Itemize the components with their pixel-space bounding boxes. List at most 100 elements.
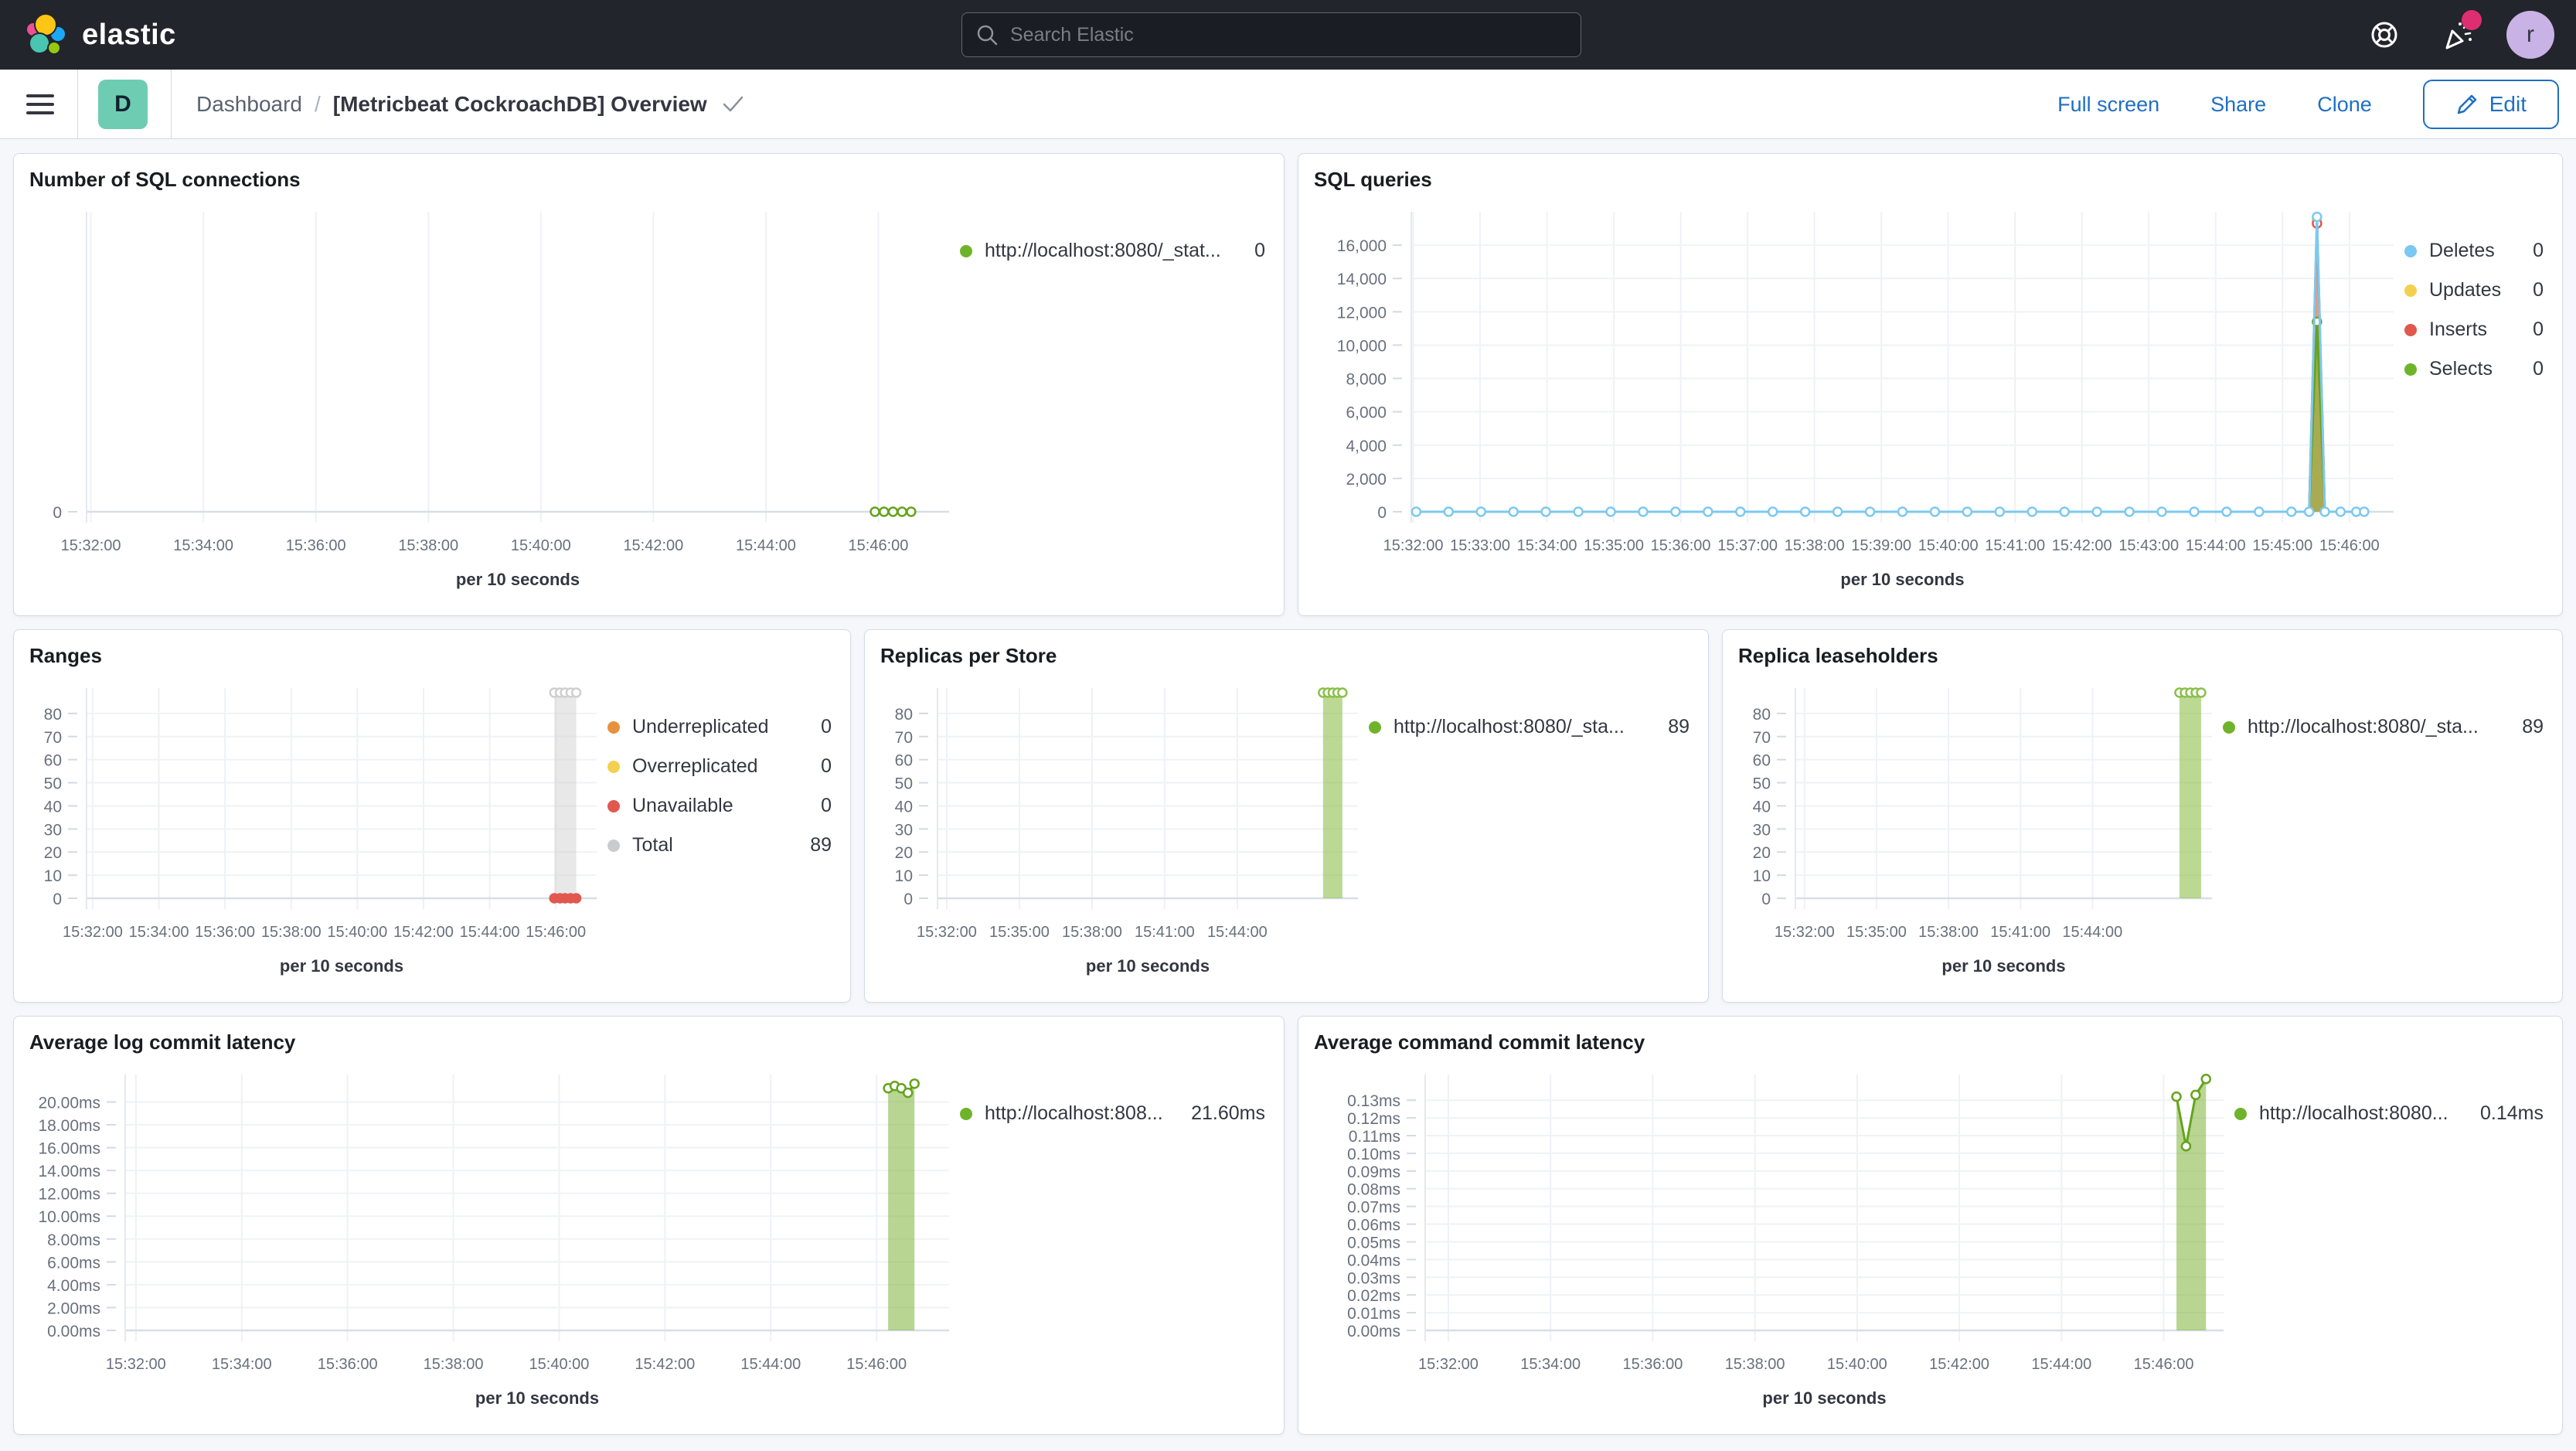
svg-text:0.11ms: 0.11ms	[1349, 1128, 1400, 1146]
svg-text:15:34:00: 15:34:00	[129, 924, 189, 941]
help-button[interactable]	[2361, 12, 2408, 58]
svg-text:16,000: 16,000	[1337, 237, 1387, 255]
chart-avg-log-commit-latency: 15:32:00 15:34:00 15:36:00 15:38:00 15:40:00…	[38, 1075, 949, 1408]
legend-item[interactable]: Updates 0	[2404, 279, 2544, 301]
svg-text:15:44:00: 15:44:00	[2031, 1356, 2091, 1373]
svg-text:15:42:00: 15:42:00	[623, 537, 683, 554]
legend-item[interactable]: Overreplicated 0	[607, 755, 832, 778]
legend-series-dot	[607, 799, 620, 812]
svg-text:10,000: 10,000	[1337, 337, 1387, 355]
panel-sql-queries: SQL queries 15:32:00 15:33:00 15:34:00 15:3…	[1298, 153, 2563, 616]
svg-text:80: 80	[1753, 706, 1771, 724]
full-screen-button[interactable]: Full screen	[2057, 93, 2159, 117]
svg-text:per 10 seconds: per 10 seconds	[1941, 956, 2065, 976]
legend-series-dot	[607, 760, 620, 773]
svg-text:15:46:00: 15:46:00	[526, 924, 586, 941]
legend-item[interactable]: Deletes 0	[2404, 240, 2544, 262]
legend-series-dot	[1369, 720, 1381, 734]
share-button[interactable]: Share	[2210, 93, 2266, 117]
page-title: [Metricbeat CockroachDB] Overview	[332, 91, 707, 116]
elastic-home-link[interactable]: elastic	[23, 12, 176, 57]
legend-item[interactable]: http://localhost:808... 21.60ms	[960, 1102, 1265, 1125]
svg-text:10: 10	[44, 867, 62, 885]
legend: http://localhost:8080... 0.14ms	[2234, 1058, 2551, 1434]
clone-button[interactable]: Clone	[2317, 93, 2372, 117]
svg-text:15:32:00: 15:32:00	[1775, 924, 1835, 941]
legend-item[interactable]: http://localhost:8080/_sta... 89	[2223, 716, 2544, 738]
svg-text:15:41:00: 15:41:00	[1135, 924, 1195, 941]
svg-text:15:32:00: 15:32:00	[1383, 537, 1444, 554]
panel-title: Replica leaseholders	[1738, 644, 1938, 667]
svg-text:15:42:00: 15:42:00	[1929, 1356, 1989, 1373]
svg-text:15:36:00: 15:36:00	[1622, 1356, 1683, 1373]
svg-text:12,000: 12,000	[1337, 304, 1387, 322]
title-options-button[interactable]	[721, 94, 744, 114]
legend-series-value: 0	[821, 795, 832, 816]
svg-text:15:38:00: 15:38:00	[1062, 924, 1122, 941]
legend-series-label: Selects	[2429, 358, 2493, 380]
svg-text:30: 30	[44, 821, 62, 839]
search-input[interactable]	[961, 12, 1581, 57]
svg-text:8,000: 8,000	[1346, 371, 1387, 389]
legend-series-value: 0	[2533, 279, 2544, 301]
legend-item[interactable]: Total 89	[607, 834, 832, 857]
svg-text:30: 30	[895, 821, 913, 839]
panel-title: Average log commit latency	[29, 1030, 296, 1054]
legend-item[interactable]: http://localhost:8080... 0.14ms	[2234, 1102, 2544, 1125]
svg-text:15:34:00: 15:34:00	[173, 537, 233, 554]
legend-series-value: 89	[2522, 716, 2544, 737]
svg-text:per 10 seconds: per 10 seconds	[475, 1388, 599, 1408]
svg-text:50: 50	[44, 775, 62, 793]
global-search	[961, 12, 1581, 57]
svg-text:8.00ms: 8.00ms	[47, 1231, 100, 1249]
legend-item[interactable]: Inserts 0	[2404, 318, 2544, 341]
chart-sql-queries: 15:32:00 15:33:00 15:34:00 15:35:00 15:36:00…	[1337, 211, 2394, 589]
svg-text:15:44:00: 15:44:00	[2062, 924, 2122, 941]
edit-button[interactable]: Edit	[2422, 80, 2559, 129]
svg-text:0: 0	[53, 891, 62, 908]
svg-text:per 10 seconds: per 10 seconds	[1762, 1388, 1886, 1408]
svg-text:15:40:00: 15:40:00	[1918, 537, 1979, 554]
legend-series-label: Underreplicated	[632, 716, 769, 737]
svg-text:0.12ms: 0.12ms	[1347, 1110, 1400, 1128]
legend-item[interactable]: http://localhost:8080/_stat... 0	[960, 240, 1265, 262]
svg-text:60: 60	[44, 752, 62, 770]
svg-text:15:44:00: 15:44:00	[736, 537, 796, 554]
navbar-right-controls: r	[2361, 0, 2576, 70]
legend-item[interactable]: http://localhost:8080/_sta... 89	[1369, 716, 1690, 738]
menu-button[interactable]	[26, 89, 54, 120]
chart-replicas-per-store: 15:32:00 15:35:00 15:38:00 15:41:00 15:44:00…	[895, 687, 1358, 976]
legend-series-value: 0	[1254, 240, 1265, 261]
panel-average-log-commit-latency: Average log commit latency 15:32:00 15:34…	[13, 1016, 1285, 1435]
legend-item[interactable]: Underreplicated 0	[607, 716, 832, 738]
chart-avg-command-commit-latency: 15:32:00 15:34:00 15:36:00 15:38:00 15:40:00…	[1347, 1073, 2224, 1408]
dashboard-toolbar: D Dashboard / [Metricbeat CockroachDB] O…	[0, 69, 2576, 139]
chart-sql-connections: 15:32:00 15:34:00 15:36:00 15:38:00 15:40:00…	[53, 212, 949, 589]
elastic-logo-icon	[26, 13, 66, 55]
svg-text:0.06ms: 0.06ms	[1347, 1217, 1400, 1235]
svg-text:70: 70	[895, 729, 913, 747]
svg-text:0: 0	[903, 891, 913, 908]
news-button[interactable]	[2434, 10, 2482, 58]
legend-item[interactable]: Selects 0	[2404, 358, 2544, 380]
legend-series-label: Inserts	[2429, 318, 2488, 340]
svg-text:0.08ms: 0.08ms	[1347, 1181, 1400, 1199]
panel-ranges: Ranges 15:32:00 15:34:00 15:36:00 15:38:00 1…	[13, 629, 851, 1003]
svg-text:15:41:00: 15:41:00	[1985, 537, 2045, 554]
svg-text:50: 50	[1753, 775, 1771, 793]
svg-text:6.00ms: 6.00ms	[47, 1254, 100, 1272]
svg-text:30: 30	[1753, 821, 1771, 839]
legend-series-dot	[607, 839, 620, 852]
breadcrumb-dashboard-link[interactable]: Dashboard	[196, 92, 302, 117]
svg-text:10.00ms: 10.00ms	[38, 1208, 100, 1226]
legend-series-value: 89	[1668, 716, 1690, 737]
avatar[interactable]: r	[2506, 11, 2554, 59]
svg-text:15:40:00: 15:40:00	[529, 1356, 590, 1373]
svg-text:60: 60	[895, 752, 913, 770]
legend-series-label: Total	[632, 834, 673, 856]
legend-item[interactable]: Unavailable 0	[607, 795, 832, 817]
svg-text:15:44:00: 15:44:00	[740, 1356, 801, 1373]
legend-series-label: Unavailable	[632, 795, 733, 816]
panel-title: Average command commit latency	[1314, 1030, 1645, 1054]
svg-text:60: 60	[1753, 752, 1771, 770]
